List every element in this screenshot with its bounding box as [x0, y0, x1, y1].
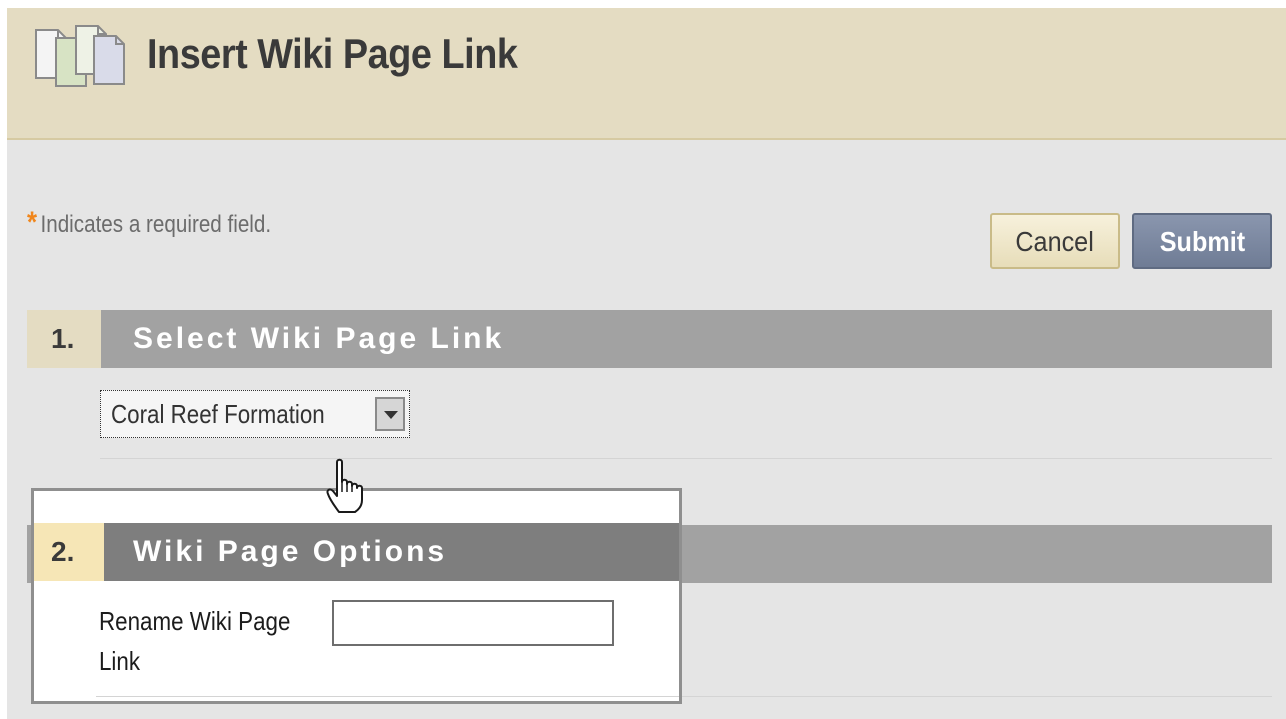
page: Insert Wiki Page Link * Indicates a requi…: [7, 8, 1286, 719]
cancel-button[interactable]: Cancel: [990, 213, 1120, 269]
wiki-page-select[interactable]: Coral Reef Formation: [100, 390, 410, 438]
section-title: Select Wiki Page Link: [133, 322, 505, 355]
section-select-wiki-page-link: 1. Select Wiki Page Link: [27, 310, 1272, 368]
wiki-pages-icon: [35, 25, 125, 87]
section-title: Wiki Page Options: [133, 535, 448, 568]
section-number: 2.: [34, 523, 104, 581]
required-note-text: Indicates a required field.: [40, 211, 272, 238]
submit-button-label: Submit: [1159, 226, 1245, 257]
cancel-button-label: Cancel: [1015, 226, 1095, 257]
submit-button[interactable]: Submit: [1132, 213, 1272, 269]
page-title: Insert Wiki Page Link: [147, 30, 518, 77]
section-number: 1.: [27, 310, 101, 368]
wiki-page-select-value: Coral Reef Formation: [111, 399, 325, 429]
hand-pointer-cursor-icon: [326, 458, 363, 513]
required-field-note: * Indicates a required field.: [27, 206, 271, 240]
rename-wiki-page-link-input[interactable]: [332, 600, 614, 646]
zoom-highlight-callout: 2. Wiki Page Options Rename Wiki Page Li…: [31, 488, 682, 704]
dropdown-arrow-icon[interactable]: [375, 397, 405, 431]
required-star-icon: *: [27, 206, 38, 239]
page-header: Insert Wiki Page Link: [7, 8, 1286, 140]
section-divider: [96, 696, 679, 697]
rename-wiki-page-link-label: Rename Wiki Page Link: [99, 606, 291, 676]
section-divider: [100, 458, 1272, 459]
section-wiki-page-options: 2. Wiki Page Options: [34, 523, 679, 581]
section-divider: [682, 696, 1272, 697]
